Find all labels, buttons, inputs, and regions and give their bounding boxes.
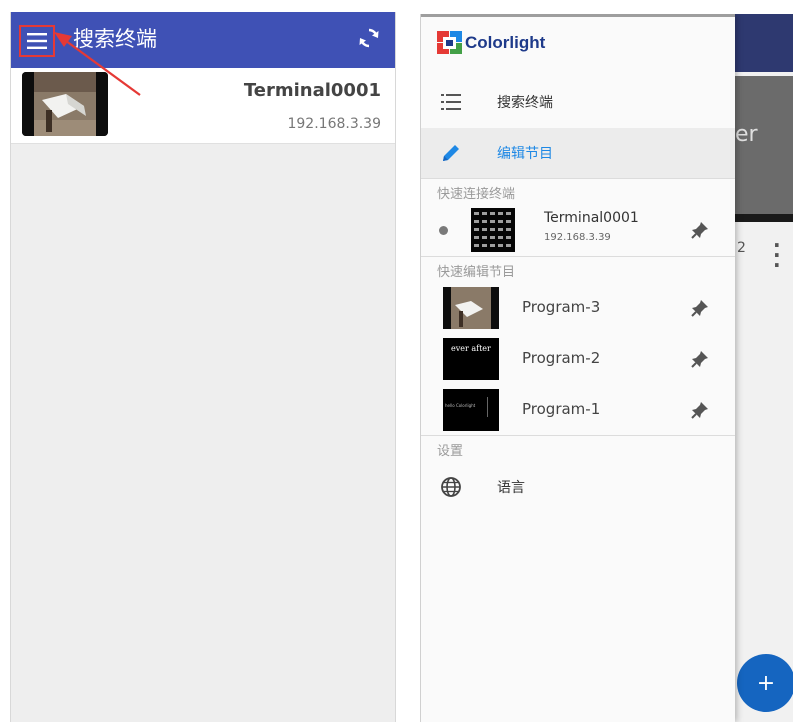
- colorlight-logo-icon: [437, 31, 462, 54]
- pencil-icon: [439, 141, 463, 165]
- globe-icon: [439, 475, 463, 499]
- background-card-edge: [735, 214, 793, 222]
- quick-connect-terminal-name: Terminal0001: [544, 210, 639, 226]
- status-dot-icon: [439, 226, 448, 235]
- background-app-bar: [735, 14, 793, 72]
- program-3-name: Program-3: [522, 298, 601, 316]
- background-partial-title: er: [735, 122, 758, 147]
- hamburger-icon: [27, 33, 47, 49]
- nav-search-terminal-label: 搜索终端: [497, 95, 553, 111]
- program-2-name: Program-2: [522, 349, 601, 367]
- pin-icon[interactable]: [691, 401, 709, 419]
- quick-connect-terminal-ip: 192.168.3.39: [544, 232, 611, 243]
- language-label: 语言: [497, 480, 525, 496]
- quick-edit-section: 快速编辑节目 Program-3 ever after Program-2 he…: [421, 256, 735, 435]
- terminal-grid-thumbnail: [471, 208, 515, 252]
- quick-connect-header: 快速连接终端: [437, 187, 516, 202]
- app-bar: 搜索终端: [11, 12, 395, 68]
- quick-connect-terminal[interactable]: Terminal0001 192.168.3.39: [421, 205, 735, 255]
- program-3-thumbnail: [443, 287, 499, 329]
- program-1-name: Program-1: [522, 400, 601, 418]
- screenshot-canvas: 搜索终端 Terminal0001 192.168.3.39 er 2 · · …: [0, 0, 793, 722]
- quick-connect-section: 快速连接终端 Terminal0001 192.168.3.39: [421, 178, 735, 256]
- terminal-ip: 192.168.3.39: [287, 116, 381, 132]
- program-row-3[interactable]: Program-3: [421, 283, 735, 333]
- add-fab-button[interactable]: +: [737, 654, 793, 712]
- settings-header: 设置: [437, 444, 464, 459]
- search-terminal-screen: 搜索终端 Terminal0001 192.168.3.39: [10, 12, 396, 722]
- background-partial-count: 2: [737, 240, 746, 256]
- navigation-drawer: Colorlight 搜索终端 编辑节目 快速连接终端 Terminal0001…: [421, 14, 735, 722]
- program-1-thumb-text: hello Colorlight: [445, 403, 476, 408]
- nav-edit-program[interactable]: 编辑节目: [421, 128, 735, 178]
- quick-edit-header: 快速编辑节目: [437, 265, 516, 280]
- more-vert-icon[interactable]: · · ·: [773, 235, 781, 275]
- list-icon: [439, 90, 463, 114]
- program-1-thumbnail: hello Colorlight: [443, 389, 499, 431]
- page-title: 搜索终端: [73, 27, 157, 51]
- pin-icon[interactable]: [691, 299, 709, 317]
- menu-icon[interactable]: [19, 25, 55, 57]
- nav-search-terminal[interactable]: 搜索终端: [421, 77, 735, 127]
- nav-edit-program-label: 编辑节目: [497, 146, 553, 162]
- settings-section: 设置 语言: [421, 435, 735, 515]
- program-row-2[interactable]: ever after Program-2: [421, 334, 735, 384]
- refresh-icon[interactable]: [357, 26, 381, 50]
- logo-text: Colorlight: [465, 33, 546, 52]
- terminal-name: Terminal0001: [243, 80, 381, 101]
- program-2-thumb-text: ever after: [451, 344, 491, 353]
- colorlight-logo: Colorlight: [437, 31, 545, 55]
- program-1-divider: [487, 397, 488, 417]
- pin-icon[interactable]: [691, 350, 709, 368]
- program-2-thumbnail: ever after: [443, 338, 499, 380]
- program-row-1[interactable]: hello Colorlight Program-1: [421, 385, 735, 435]
- pin-icon[interactable]: [691, 221, 709, 239]
- drawer-screen: er 2 · · · + Colorlight 搜索终端 编辑节目 快速连接终端…: [420, 14, 793, 722]
- language-item[interactable]: 语言: [421, 462, 735, 512]
- terminal-thumbnail: [22, 72, 108, 136]
- terminal-card[interactable]: Terminal0001 192.168.3.39: [11, 68, 395, 144]
